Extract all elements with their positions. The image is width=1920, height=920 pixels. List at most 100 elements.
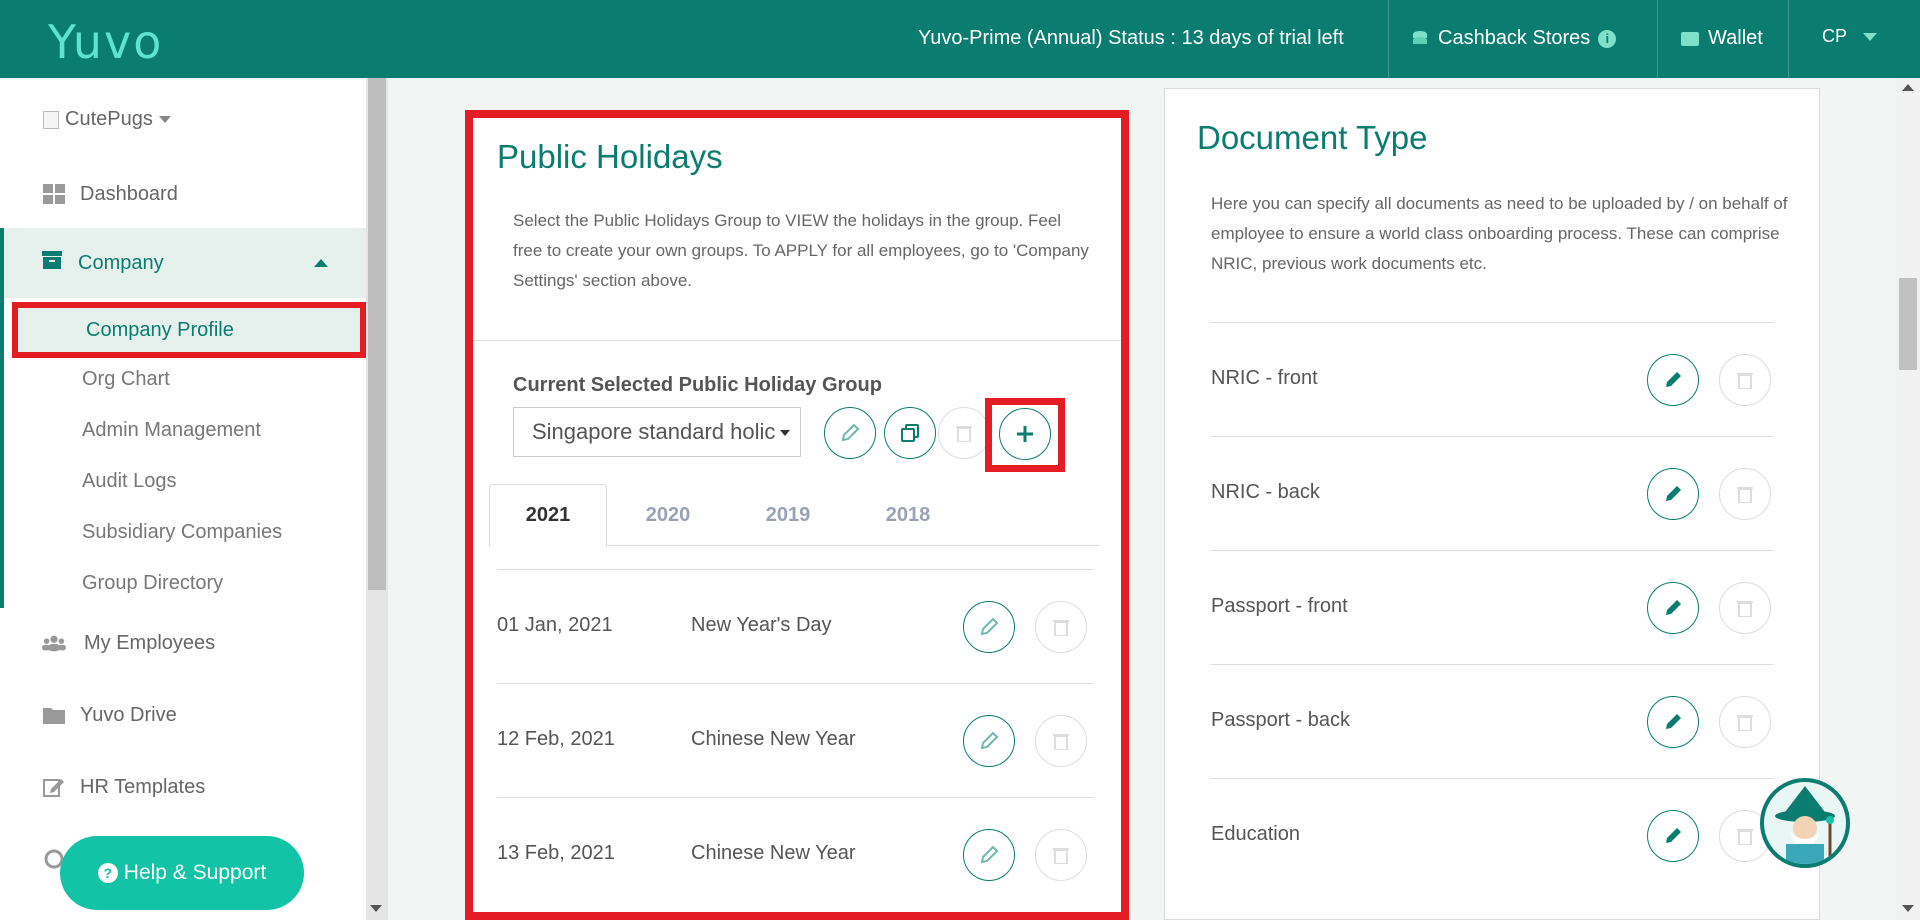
help-support-button[interactable]: ? Help & Support — [60, 836, 304, 910]
trash-icon — [1053, 848, 1069, 864]
document-name: NRIC - back — [1211, 481, 1320, 503]
cashback-label: Cashback Stores — [1438, 27, 1591, 49]
wizard-icon — [1775, 786, 1835, 864]
public-holidays-card: Public Holidays Select the Public Holida… — [465, 110, 1129, 920]
edit-document-button[interactable] — [1647, 468, 1699, 520]
edit-document-button[interactable] — [1647, 354, 1699, 406]
delete-document-button[interactable] — [1719, 468, 1771, 520]
chevron-down-icon — [158, 116, 171, 123]
public-holidays-description: Select the Public Holidays Group to VIEW… — [513, 211, 1089, 290]
divider — [1388, 0, 1389, 78]
trash-icon — [1737, 601, 1753, 617]
delete-holiday-button[interactable] — [1035, 829, 1087, 881]
sidebar-item-company-profile[interactable]: Company Profile — [12, 302, 366, 358]
user-menu[interactable]: CP — [1822, 26, 1878, 47]
holiday-group-value: Singapore standard holic — [532, 419, 776, 444]
holiday-row: 12 Feb, 2021 Chinese New Year — [497, 683, 1093, 797]
sidebar-item-admin-management[interactable]: Admin Management — [82, 419, 261, 442]
trash-icon — [1737, 487, 1753, 503]
edit-holiday-button[interactable] — [963, 715, 1015, 767]
users-icon — [42, 631, 66, 655]
holiday-date: 01 Jan, 2021 — [497, 614, 613, 636]
delete-holiday-button[interactable] — [1035, 715, 1087, 767]
delete-holiday-button[interactable] — [1035, 601, 1087, 653]
edit-group-button[interactable] — [824, 407, 876, 459]
current-group-label: Current Selected Public Holiday Group — [513, 374, 882, 396]
edit-holiday-button[interactable] — [963, 601, 1015, 653]
sidebar-item-company[interactable]: Company — [4, 228, 366, 298]
edit-document-icon — [42, 775, 66, 799]
wallet-link[interactable]: Wallet — [1680, 27, 1763, 50]
delete-document-button[interactable] — [1719, 582, 1771, 634]
trash-icon — [1053, 734, 1069, 750]
tab-2018[interactable]: 2018 — [849, 484, 967, 546]
archive-icon — [42, 251, 62, 275]
info-icon[interactable]: i — [1598, 29, 1617, 48]
year-tabs: 2021 2020 2019 2018 — [489, 484, 1099, 547]
document-row: Passport - front — [1211, 550, 1773, 664]
edit-document-button[interactable] — [1647, 810, 1699, 862]
edit-document-button[interactable] — [1647, 696, 1699, 748]
sidebar: CutePugs Dashboard Company Company Profi… — [0, 78, 366, 920]
sidebar-item-subsidiary-companies[interactable]: Subsidiary Companies — [82, 521, 282, 544]
assistant-wizard-avatar[interactable] — [1760, 778, 1850, 868]
document-row: NRIC - front — [1211, 322, 1773, 436]
sidebar-item-group-directory[interactable]: Group Directory — [82, 572, 223, 595]
main-scrollbar[interactable] — [1896, 78, 1920, 920]
copy-group-button[interactable] — [884, 407, 936, 459]
holiday-row: 13 Feb, 2021 Chinese New Year — [497, 797, 1093, 911]
sidebar-item-audit-logs[interactable]: Audit Logs — [82, 470, 177, 493]
sidebar-scrollbar-thumb[interactable] — [368, 78, 386, 590]
company-section: Company Company Profile Org Chart Admin … — [0, 228, 366, 608]
sidebar-scrollbar[interactable] — [366, 78, 388, 920]
scroll-down-arrow-icon[interactable] — [370, 905, 382, 912]
document-row: Passport - back — [1211, 664, 1773, 778]
cashback-stores-link[interactable]: Cashback Stores i — [1410, 27, 1617, 50]
pencil-icon — [1666, 828, 1681, 843]
trash-icon — [1053, 620, 1069, 636]
holiday-row: 01 Jan, 2021 New Year's Day — [497, 569, 1093, 683]
divider — [1657, 0, 1658, 78]
sidebar-item-label: Company — [78, 251, 164, 274]
sidebar-item-hr-templates[interactable]: HR Templates — [0, 757, 366, 817]
question-icon: ? — [97, 863, 118, 883]
sidebar-item-my-employees[interactable]: My Employees — [0, 613, 366, 673]
company-name: CutePugs — [65, 108, 153, 130]
chevron-down-icon — [1863, 32, 1878, 41]
delete-group-button[interactable] — [938, 407, 990, 459]
document-type-card: Document Type Here you can specify all d… — [1164, 88, 1820, 920]
chevron-up-icon[interactable] — [314, 259, 328, 267]
add-group-button[interactable] — [999, 408, 1051, 460]
delete-document-button[interactable] — [1719, 354, 1771, 406]
wallet-icon — [1681, 31, 1699, 46]
yuvo-logo[interactable]: Yuvo — [48, 15, 163, 69]
delete-document-button[interactable] — [1719, 696, 1771, 748]
scroll-down-arrow-icon[interactable] — [1902, 905, 1914, 912]
main-scrollbar-thumb[interactable] — [1899, 278, 1917, 370]
pencil-icon — [1666, 486, 1681, 501]
pencil-icon — [1666, 600, 1681, 615]
chevron-down-icon — [780, 430, 790, 436]
edit-holiday-button[interactable] — [963, 829, 1015, 881]
tab-2019[interactable]: 2019 — [729, 484, 847, 546]
sidebar-item-label: Yuvo Drive — [80, 703, 177, 726]
tab-2020[interactable]: 2020 — [609, 484, 727, 546]
sidebar-item-org-chart[interactable]: Org Chart — [82, 368, 170, 391]
edit-document-button[interactable] — [1647, 582, 1699, 634]
document-row: Education — [1211, 778, 1773, 892]
document-name: Passport - back — [1211, 709, 1350, 731]
trash-icon — [1737, 715, 1753, 731]
trial-status[interactable]: Yuvo-Prime (Annual) Status : 13 days of … — [918, 27, 1344, 50]
pencil-icon — [1666, 714, 1681, 729]
scroll-up-arrow-icon[interactable] — [1902, 84, 1914, 91]
pencil-icon — [980, 845, 999, 864]
company-switcher[interactable]: CutePugs — [43, 108, 171, 131]
company-logo-image — [43, 110, 59, 129]
document-name: NRIC - front — [1211, 367, 1318, 389]
tab-2021[interactable]: 2021 — [489, 484, 607, 547]
add-group-highlight — [985, 398, 1065, 472]
holiday-group-select[interactable]: Singapore standard holic — [513, 407, 801, 457]
sidebar-item-dashboard[interactable]: Dashboard — [0, 164, 366, 224]
user-initials: CP — [1822, 26, 1848, 46]
sidebar-item-yuvo-drive[interactable]: Yuvo Drive — [0, 685, 366, 745]
